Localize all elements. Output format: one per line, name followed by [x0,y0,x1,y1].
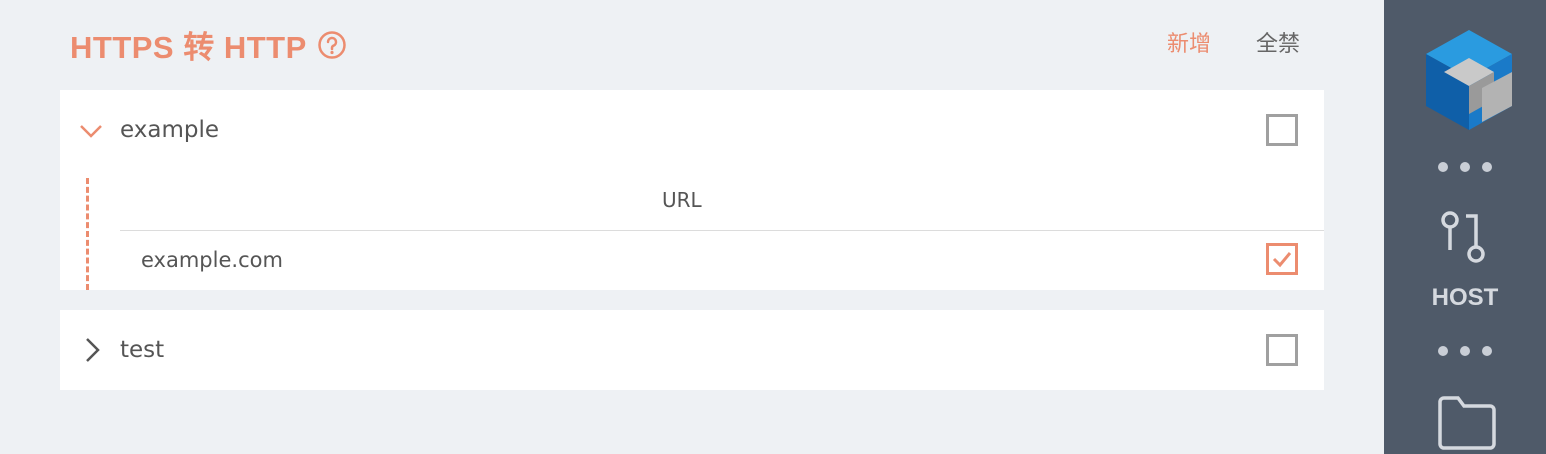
url-cell: example.com [141,248,283,272]
git-branch-icon[interactable] [1440,210,1494,270]
more-dots-icon [1438,162,1498,172]
page-title-text: HTTPS 转 HTTP [70,30,307,65]
cube-logo-icon[interactable] [1424,28,1514,136]
question-circle-icon[interactable] [317,30,347,60]
page-title: HTTPS 转 HTTP [70,22,347,67]
chevron-down-icon[interactable] [78,118,104,144]
url-row-checkbox[interactable] [1266,243,1298,275]
group-enable-checkbox[interactable] [1266,114,1298,146]
main-panel: HTTPS 转 HTTP 新增 全禁 example URL example.c… [0,0,1384,454]
host-label[interactable]: HOST [1384,284,1546,312]
group-enable-checkbox[interactable] [1266,334,1298,366]
check-icon [1272,252,1292,268]
group-name[interactable]: example [120,117,219,143]
tree-dashed-line [86,178,89,290]
column-header-url: URL [662,188,702,212]
group-card-test: test [60,310,1324,390]
disable-all-button[interactable]: 全禁 [1256,26,1300,58]
add-button[interactable]: 新增 [1167,26,1211,58]
group-card-example: example URL example.com [60,90,1324,290]
more-dots-icon [1438,346,1498,356]
folder-icon[interactable] [1436,394,1498,454]
divider [120,230,1324,231]
chevron-right-icon[interactable] [78,337,104,363]
group-name[interactable]: test [120,337,164,363]
right-sidebar: HOST [1384,0,1546,454]
